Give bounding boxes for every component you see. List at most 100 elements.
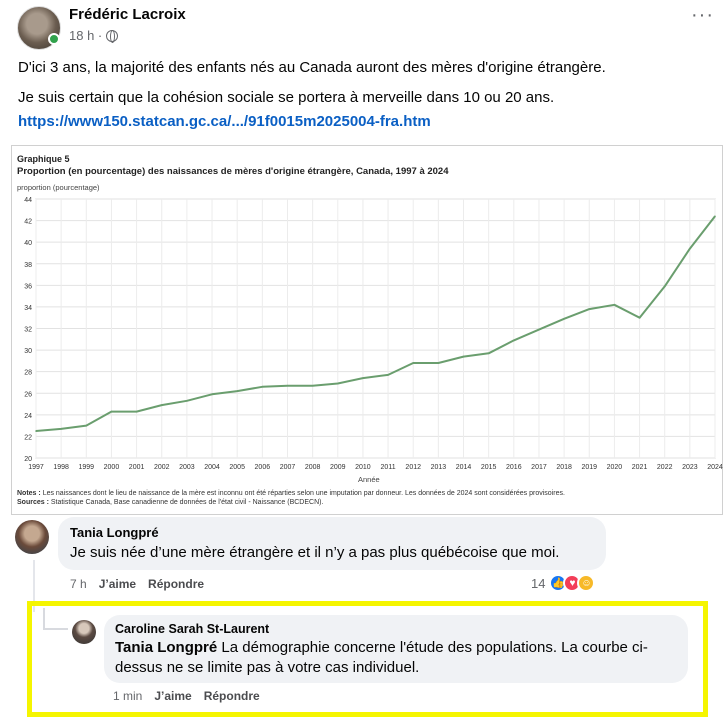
reply-button[interactable]: Répondre	[148, 577, 204, 591]
chart-label: Graphique 5	[17, 154, 70, 164]
x-tick-label: 2007	[280, 464, 296, 471]
data-point	[236, 390, 238, 392]
comment-bubble: Tania Longpré Je suis née d’une mère étr…	[58, 517, 606, 570]
chart-image[interactable]: 20 22 24 26 28 30 32 34 36 38 40 42 44 1997 1998 1999 20…	[11, 145, 723, 515]
data-point	[362, 377, 364, 379]
data-point	[689, 247, 691, 250]
reply-bubble: Caroline Sarah St-Laurent Tania Longpré …	[104, 615, 688, 683]
x-tick-label: 2016	[506, 464, 522, 471]
chart-title: Proportion (en pourcentage) des naissanc…	[17, 166, 449, 177]
post-text: D'ici 3 ans, la majorité des enfants nés…	[18, 58, 708, 118]
y-tick-label: 38	[24, 262, 32, 269]
comment-author[interactable]: Tania Longpré	[70, 525, 594, 540]
sources-label: Sources :	[17, 499, 49, 506]
comment-time[interactable]: 7 h	[70, 577, 87, 591]
post-meta: 18 h ·	[69, 28, 119, 43]
ellipsis-icon[interactable]: ···	[691, 5, 714, 25]
x-tick-label: 2011	[381, 464, 396, 471]
y-tick-label: 20	[24, 456, 32, 463]
commenter-avatar[interactable]	[15, 520, 49, 554]
x-tick-label: 2002	[154, 464, 170, 471]
x-tick-label: 2018	[556, 464, 572, 471]
data-point	[311, 384, 314, 387]
data-point	[462, 355, 465, 358]
data-point	[186, 400, 188, 402]
notes-text: Les naissances dont le lieu de naissance…	[42, 490, 565, 497]
x-tick-label: 2003	[179, 464, 195, 471]
post-header: Frédéric Lacroix 18 h · ···	[0, 0, 724, 52]
x-tick-label: 2020	[607, 464, 623, 471]
y-tick-label: 44	[24, 197, 32, 204]
data-point	[714, 215, 716, 218]
online-status-dot	[48, 33, 60, 45]
post-text-line-2: Je suis certain que la cohésion sociale …	[18, 89, 555, 106]
data-point	[160, 404, 163, 406]
data-point	[538, 328, 540, 331]
data-point	[135, 410, 138, 413]
data-point	[110, 410, 113, 413]
x-tick-label: 2009	[330, 464, 346, 471]
y-tick-label: 36	[24, 283, 32, 290]
data-point	[211, 393, 213, 396]
x-tick-label: 2013	[431, 464, 447, 471]
data-point	[85, 424, 88, 427]
reply-branch-connector	[43, 628, 68, 630]
data-point	[613, 303, 616, 306]
data-point	[261, 385, 264, 388]
post-link[interactable]: https://www150.statcan.gc.ca/.../91f0015…	[18, 113, 431, 130]
x-tick-label: 2021	[632, 464, 648, 471]
x-tick-label: 2014	[456, 464, 472, 471]
like-button[interactable]: J’aime	[99, 577, 136, 591]
data-point	[412, 362, 415, 364]
data-point	[588, 308, 591, 310]
reaction-count: 14	[531, 575, 546, 591]
reply-like-button[interactable]: J’aime	[154, 689, 191, 703]
notes-label: Notes :	[17, 490, 41, 497]
chart-notes: Notes : Les naissances dont le lieu de n…	[17, 489, 565, 507]
data-point	[638, 316, 641, 319]
x-tick-label: 2010	[355, 464, 371, 471]
y-tick-label: 42	[24, 219, 32, 226]
x-tick-label: 2017	[531, 464, 547, 471]
y-tick-label: 30	[24, 348, 32, 355]
data-point	[286, 384, 289, 387]
series-line	[35, 215, 716, 432]
reply-author[interactable]: Caroline Sarah St-Laurent	[115, 622, 677, 636]
x-tick-label: 1998	[53, 464, 69, 471]
post-text-line-1: D'ici 3 ans, la majorité des enfants nés…	[18, 59, 606, 76]
reactions-summary[interactable]: 14 👍 ♥ ☺	[531, 574, 596, 592]
y-tick-label: 26	[24, 391, 32, 398]
x-tick-label: 2001	[129, 464, 145, 471]
post-time[interactable]: 18 h ·	[69, 28, 102, 43]
chart-ylabel: proportion (pourcentage)	[17, 183, 100, 192]
reply-text-container: Tania Longpré La démographie concerne l'…	[115, 638, 677, 678]
post-author[interactable]: Frédéric Lacroix	[69, 6, 186, 23]
x-tick-label: 2005	[229, 464, 245, 471]
x-tick-label: 2022	[657, 464, 673, 471]
reply-avatar[interactable]	[72, 620, 96, 644]
comment-text: Je suis née d’une mère étrangère et il n…	[70, 544, 560, 561]
data-point	[336, 382, 339, 385]
reply-time[interactable]: 1 min	[113, 689, 142, 703]
data-point	[60, 428, 62, 430]
data-point	[563, 317, 565, 320]
x-tick-label: 2012	[405, 464, 421, 471]
y-tick-label: 34	[24, 305, 32, 312]
data-point	[513, 339, 515, 342]
y-tick-label: 32	[24, 327, 32, 334]
line-chart: 202224262830323436384042441997 1998 1999 20…	[24, 197, 723, 471]
comment-actions: 7 h J’aime Répondre	[70, 577, 204, 591]
x-tick-label: 1999	[79, 464, 95, 471]
data-point	[437, 362, 440, 364]
sources-text: Statistique Canada, Base canadienne de d…	[50, 499, 324, 506]
x-tick-label: 2015	[481, 464, 497, 471]
reply-mention[interactable]: Tania Longpré	[115, 639, 217, 656]
x-tick-label: 2000	[104, 464, 120, 471]
x-tick-label: 2019	[581, 464, 597, 471]
y-tick-label: 40	[24, 240, 32, 247]
data-point	[487, 352, 490, 355]
reply-reply-button[interactable]: Répondre	[204, 689, 260, 703]
x-tick-label: 1997	[28, 464, 44, 471]
x-tick-label: 2008	[305, 464, 321, 471]
y-tick-label: 24	[24, 413, 32, 420]
